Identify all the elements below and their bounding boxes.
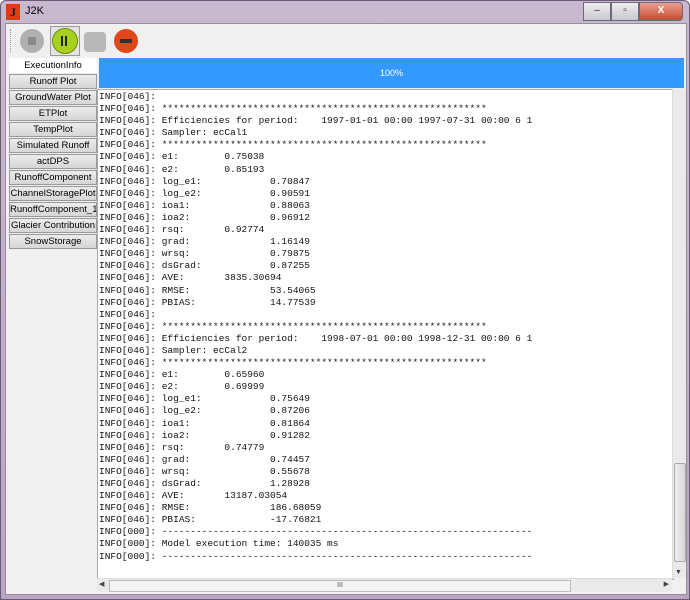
- log-line: INFO[046]: grad: 1.16149: [99, 236, 310, 248]
- log-line: INFO[046]: ioa1: 0.88063: [99, 199, 310, 211]
- cancel-button[interactable]: [114, 29, 138, 53]
- log-line: INFO[046]: Efficiencies for period: 1997…: [99, 115, 533, 127]
- log-line: INFO[046]: wrsq: 0.79875: [99, 248, 310, 260]
- vertical-scroll-thumb[interactable]: [674, 463, 686, 562]
- scroll-right-arrow-icon[interactable]: ▶: [664, 580, 669, 588]
- log-line: INFO[046]: *****************************…: [99, 320, 487, 332]
- log-output[interactable]: INFO[046]: INFO[046]: *******************…: [97, 89, 674, 580]
- log-line: INFO[046]: PBIAS: -17.76821: [99, 514, 322, 526]
- main-panel: ExecutionInfo Runoff Plot GroundWater Plot…: [5, 23, 687, 595]
- tab-channelstorageplot[interactable]: ChannelStoragePlot: [9, 186, 97, 201]
- close-button[interactable]: X: [639, 2, 683, 21]
- app-logo-icon: J: [6, 4, 20, 20]
- log-line: INFO[046]: e1: 0.75038: [99, 151, 265, 163]
- tab-runoff-plot[interactable]: Runoff Plot: [9, 74, 97, 89]
- horizontal-scrollbar[interactable]: ◀ III ▶: [97, 578, 672, 592]
- log-line: INFO[000]: -----------------------------…: [99, 550, 533, 562]
- log-line: INFO[046]: log_e1: 0.75649: [99, 393, 310, 405]
- log-text: INFO[046]: INFO[046]: *******************…: [98, 90, 673, 563]
- log-line: INFO[046]: e1: 0.65960: [99, 369, 265, 381]
- log-line: INFO[046]: grad: 0.74457: [99, 453, 310, 465]
- log-line: INFO[000]: -----------------------------…: [99, 526, 533, 538]
- stop-button[interactable]: [20, 29, 44, 53]
- tab-runoffcomponent[interactable]: RunoffComponent: [9, 170, 97, 185]
- log-line: INFO[046]: ioa2: 0.91282: [99, 429, 310, 441]
- window-title: J2K: [25, 5, 44, 17]
- log-line: INFO[046]: RMSE: 186.68059: [99, 502, 322, 514]
- tab-glacier-contribution[interactable]: Glacier Contribution: [9, 218, 97, 233]
- log-line: INFO[046]: ioa1: 0.81864: [99, 417, 310, 429]
- app-window: J J2K ‒ ▫ X ExecutionInfo Runoff Plot Grou…: [0, 0, 690, 600]
- log-line: INFO[046]:: [99, 308, 157, 320]
- log-line: INFO[046]: *****************************…: [99, 103, 487, 115]
- log-line: INFO[046]: rsq: 0.74779: [99, 441, 265, 453]
- log-line: INFO[046]: dsGrad: 1.28928: [99, 478, 310, 489]
- log-line: INFO[046]: Sampler: ecCal1: [99, 127, 248, 139]
- log-line: INFO[046]: dsGrad: 0.87255: [99, 260, 310, 272]
- log-line: INFO[046]: *****************************…: [99, 357, 487, 369]
- log-line: INFO[046]: Efficiencies for period: 1998…: [99, 332, 533, 344]
- tab-snowstorage[interactable]: SnowStorage: [9, 234, 97, 249]
- log-line: INFO[046]: log_e1: 0.70847: [99, 175, 310, 187]
- tab-runoffcomponent-1[interactable]: RunoffComponent_1: [9, 202, 97, 217]
- log-line: INFO[046]: log_e2: 0.90591: [99, 187, 310, 199]
- log-line: INFO[046]: AVE: 3835.30694: [99, 272, 282, 284]
- log-line: INFO[046]: PBIAS: 14.77539: [99, 296, 316, 308]
- log-line: INFO[046]: ioa2: 0.96912: [99, 211, 310, 223]
- log-line: INFO[046]: *****************************…: [99, 139, 487, 151]
- tab-executioninfo[interactable]: ExecutionInfo: [9, 58, 97, 73]
- horizontal-scroll-thumb[interactable]: III: [109, 580, 571, 592]
- log-line: INFO[000]: Model execution time: 140035 …: [99, 538, 339, 550]
- save-button[interactable]: [84, 32, 106, 52]
- log-line: INFO[046]: wrsq: 0.55678: [99, 465, 310, 477]
- scroll-left-arrow-icon[interactable]: ◀: [99, 580, 104, 588]
- log-line: INFO[046]: rsq: 0.92774: [99, 224, 265, 236]
- log-line: INFO[046]: RMSE: 53.54065: [99, 284, 316, 296]
- toolbar-grip[interactable]: [10, 29, 14, 53]
- progress-bar: 100%: [99, 58, 684, 88]
- log-line: INFO[046]: Sampler: ecCal2: [99, 344, 248, 356]
- log-line: INFO[046]: e2: 0.85193: [99, 163, 265, 175]
- log-line: INFO[046]:: [99, 91, 157, 102]
- toolbar: [10, 26, 680, 56]
- tab-actdps[interactable]: actDPS: [9, 154, 97, 169]
- tab-etplot[interactable]: ETPlot: [9, 106, 97, 121]
- scroll-down-arrow-icon[interactable]: ▼: [675, 569, 682, 576]
- tab-simulated-runoff[interactable]: Simulated Runoff: [9, 138, 97, 153]
- vertical-scrollbar[interactable]: ▼: [672, 89, 686, 578]
- log-line: INFO[046]: AVE: 13187.03054: [99, 490, 288, 502]
- minimize-button[interactable]: ‒: [583, 2, 611, 21]
- title-bar: J J2K ‒ ▫ X: [1, 1, 689, 23]
- maximize-button[interactable]: ▫: [611, 2, 639, 21]
- tab-tempplot[interactable]: TempPlot: [9, 122, 97, 137]
- pause-button[interactable]: [52, 28, 78, 54]
- log-line: INFO[046]: e2: 0.69999: [99, 381, 265, 393]
- progress-label: 100%: [379, 68, 404, 78]
- tab-groundwater-plot[interactable]: GroundWater Plot: [9, 90, 97, 105]
- log-line: INFO[046]: log_e2: 0.87206: [99, 405, 310, 417]
- tab-list: ExecutionInfo Runoff Plot GroundWater Plot…: [9, 58, 97, 250]
